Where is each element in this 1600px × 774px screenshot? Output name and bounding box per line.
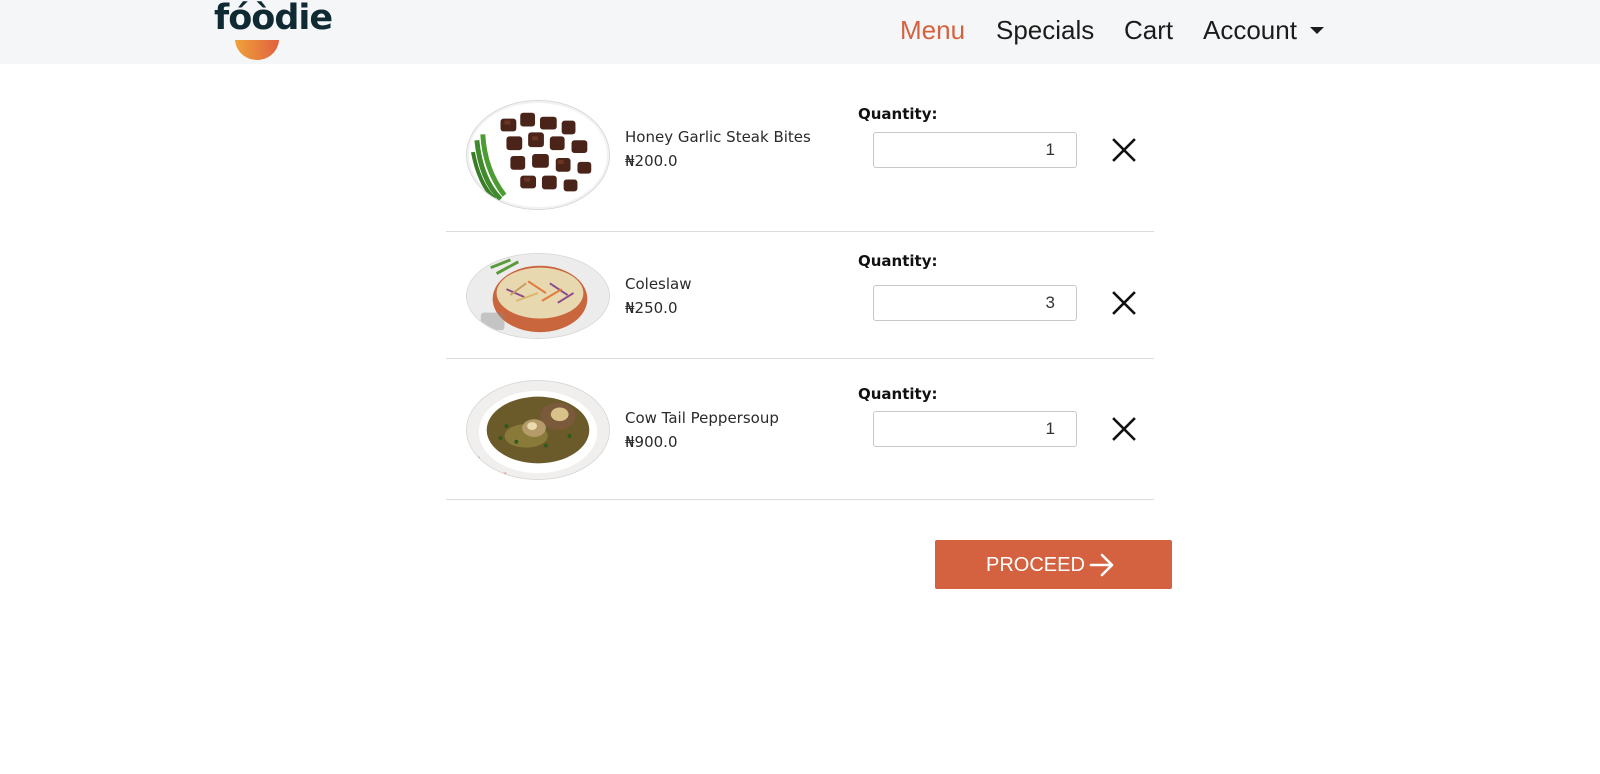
coleslaw-image	[466, 253, 610, 339]
cart-item: Coleslaw ₦250.0 Quantity: 3	[446, 232, 1154, 359]
item-price: ₦200.0	[625, 152, 678, 170]
close-icon[interactable]	[1110, 136, 1138, 164]
quantity-input[interactable]: 1	[873, 411, 1077, 447]
nav-item-cart[interactable]: Cart	[1124, 12, 1173, 48]
quantity-label: Quantity:	[858, 252, 938, 270]
arrow-right-icon	[1089, 553, 1114, 577]
item-price: ₦900.0	[625, 433, 678, 451]
cart-item: Cow Tail Peppersoup ₦900.0 Quantity: 1	[446, 359, 1154, 500]
steak-bites-image	[466, 100, 610, 210]
proceed-button[interactable]: PROCEED	[935, 540, 1172, 589]
item-name: Coleslaw	[625, 275, 692, 293]
item-name: Honey Garlic Steak Bites	[625, 128, 811, 146]
quantity-input[interactable]: 1	[873, 132, 1077, 168]
account-dropdown-caret-icon[interactable]	[1310, 27, 1324, 34]
quantity-input[interactable]: 3	[873, 285, 1077, 321]
close-icon[interactable]	[1110, 415, 1138, 443]
nav-item-menu[interactable]: Menu	[900, 12, 965, 48]
close-icon[interactable]	[1110, 289, 1138, 317]
nav-item-account[interactable]: Account	[1203, 12, 1297, 48]
navbar: fóòdie Menu Specials Cart Account	[0, 0, 1600, 64]
nav-links: Menu Specials Cart Account	[0, 12, 1600, 48]
item-name: Cow Tail Peppersoup	[625, 409, 779, 427]
quantity-label: Quantity:	[858, 385, 938, 403]
nav-item-specials[interactable]: Specials	[996, 12, 1094, 48]
proceed-label: PROCEED	[986, 554, 1085, 576]
cart-item: Honey Garlic Steak Bites ₦200.0 Quantity…	[446, 96, 1154, 232]
peppersoup-image	[466, 380, 610, 480]
item-price: ₦250.0	[625, 299, 678, 317]
quantity-label: Quantity:	[858, 105, 938, 123]
